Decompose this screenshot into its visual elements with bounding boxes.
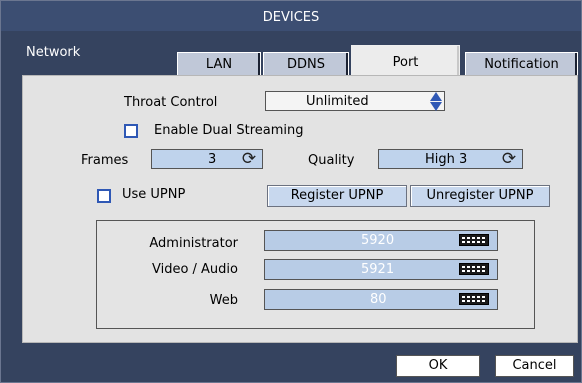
web-label: Web <box>209 293 238 308</box>
quality-label: Quality <box>308 153 355 168</box>
cancel-button[interactable]: Cancel <box>495 355 574 377</box>
throat-control-select[interactable]: Unlimited <box>265 91 445 111</box>
administrator-port-field[interactable]: 5920 <box>264 230 498 251</box>
spinner-down-icon[interactable] <box>430 102 442 111</box>
spinner-icon[interactable] <box>430 92 442 111</box>
web-port-value: 80 <box>370 292 387 307</box>
register-upnp-button[interactable]: Register UPNP <box>267 185 407 207</box>
video-audio-label: Video / Audio <box>151 262 238 277</box>
section-network-label: Network <box>26 45 81 60</box>
use-upnp-label: Use UPNP <box>122 187 186 202</box>
ok-button[interactable]: OK <box>396 355 480 377</box>
use-upnp-checkbox[interactable] <box>97 189 111 203</box>
throat-control-value: Unlimited <box>306 94 369 109</box>
footer-bar: OK Cancel <box>1 345 581 382</box>
cycle-icon[interactable]: ⟳ <box>241 151 257 168</box>
throat-control-label: Throat Control <box>124 95 218 110</box>
quality-field[interactable]: High 3 ⟳ <box>378 149 523 169</box>
frames-field[interactable]: 3 ⟳ <box>151 149 263 169</box>
web-port-field[interactable]: 80 <box>264 289 498 310</box>
frames-label: Frames <box>81 153 129 168</box>
window-title: DEVICES <box>1 1 581 31</box>
keyboard-icon[interactable] <box>459 234 489 246</box>
devices-window: DEVICES Network LAN DDNS Port Notificati… <box>0 0 582 383</box>
unregister-upnp-button[interactable]: Unregister UPNP <box>410 185 550 207</box>
spinner-up-icon[interactable] <box>430 92 442 101</box>
tab-ddns[interactable]: DDNS <box>263 52 349 75</box>
video-audio-port-value: 5921 <box>361 262 395 277</box>
keyboard-icon[interactable] <box>459 263 489 275</box>
administrator-label: Administrator <box>149 236 238 251</box>
video-audio-port-field[interactable]: 5921 <box>264 259 498 280</box>
quality-value: High 3 <box>425 152 468 167</box>
frames-value: 3 <box>208 152 217 167</box>
keyboard-icon[interactable] <box>459 293 489 305</box>
administrator-port-value: 5920 <box>361 233 395 248</box>
tab-lan[interactable]: LAN <box>177 52 261 75</box>
tab-notification[interactable]: Notification <box>465 52 578 75</box>
dual-streaming-label: Enable Dual Streaming <box>154 123 304 138</box>
cycle-icon[interactable]: ⟳ <box>501 151 517 168</box>
tab-port[interactable]: Port <box>351 45 460 76</box>
dual-streaming-checkbox[interactable] <box>124 124 138 138</box>
